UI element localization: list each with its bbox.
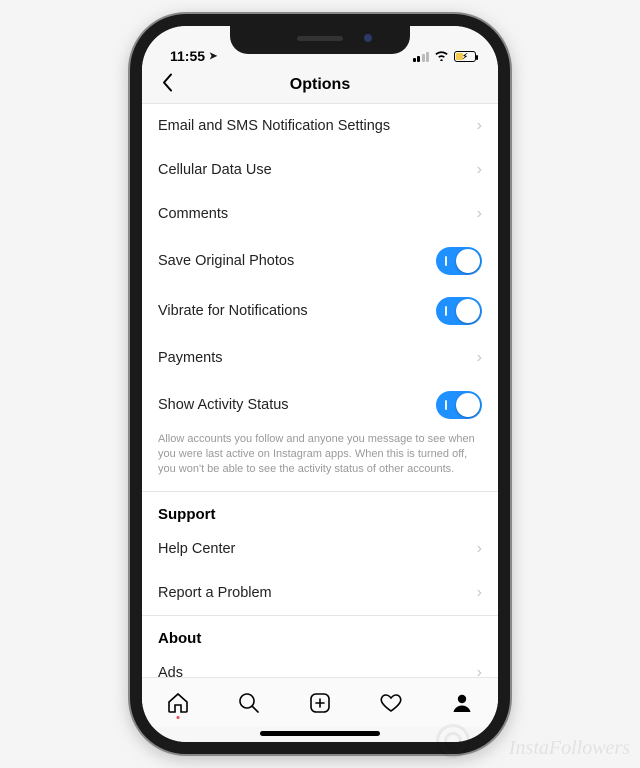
row-payments[interactable]: Payments ›: [142, 336, 498, 380]
search-icon: [237, 691, 261, 715]
tab-home[interactable]: [164, 689, 192, 717]
row-vibrate-for-notifications: Vibrate for Notifications: [142, 286, 498, 336]
row-help-center[interactable]: Help Center ›: [142, 527, 498, 571]
tab-profile[interactable]: [448, 689, 476, 717]
status-time: 11:55: [170, 48, 205, 64]
plus-square-icon: [308, 691, 332, 715]
settings-list: Email and SMS Notification Settings › Ce…: [142, 104, 498, 677]
chevron-right-icon: ›: [477, 205, 482, 223]
chevron-right-icon: ›: [477, 540, 482, 558]
row-ads[interactable]: Ads ›: [142, 651, 498, 677]
row-label: Email and SMS Notification Settings: [158, 118, 477, 134]
toggle-save-original-photos[interactable]: [436, 247, 482, 275]
notification-dot-icon: [176, 716, 179, 719]
tab-new-post[interactable]: [306, 689, 334, 717]
home-icon: [166, 691, 190, 715]
section-header-about: About: [142, 616, 498, 651]
cellular-signal-icon: [413, 52, 430, 62]
tab-activity[interactable]: [377, 689, 405, 717]
row-report-a-problem[interactable]: Report a Problem ›: [142, 571, 498, 615]
row-label: Report a Problem: [158, 585, 477, 601]
row-cellular-data-use[interactable]: Cellular Data Use ›: [142, 148, 498, 192]
toggle-vibrate-for-notifications[interactable]: [436, 297, 482, 325]
page-title: Options: [290, 76, 350, 94]
battery-icon: ⚡︎: [454, 51, 476, 62]
chevron-right-icon: ›: [477, 161, 482, 179]
row-comments[interactable]: Comments ›: [142, 192, 498, 236]
tab-search[interactable]: [235, 689, 263, 717]
profile-icon: [450, 691, 474, 715]
row-label: Comments: [158, 206, 477, 222]
heart-icon: [379, 691, 403, 715]
row-label: Show Activity Status: [158, 397, 436, 413]
location-icon: ➤: [209, 51, 217, 62]
row-label: Vibrate for Notifications: [158, 303, 436, 319]
activity-status-footnote: Allow accounts you follow and anyone you…: [142, 430, 498, 491]
back-button[interactable]: [152, 68, 182, 101]
section-header-support: Support: [142, 492, 498, 527]
row-label: Payments: [158, 350, 477, 366]
row-label: Save Original Photos: [158, 253, 436, 269]
tab-bar: [142, 677, 498, 727]
phone-frame: 11:55 ➤ ⚡︎ Options: [130, 14, 510, 754]
row-show-activity-status: Show Activity Status: [142, 380, 498, 430]
chevron-right-icon: ›: [477, 664, 482, 677]
row-label: Help Center: [158, 541, 477, 557]
row-save-original-photos: Save Original Photos: [142, 236, 498, 286]
home-indicator[interactable]: [260, 731, 380, 736]
row-email-sms-notifications[interactable]: Email and SMS Notification Settings ›: [142, 104, 498, 148]
chevron-right-icon: ›: [477, 117, 482, 135]
toggle-show-activity-status[interactable]: [436, 391, 482, 419]
nav-header: Options: [142, 66, 498, 104]
watermark-lens-icon: [436, 724, 470, 758]
wifi-icon: [434, 49, 449, 64]
row-label: Ads: [158, 665, 477, 677]
chevron-right-icon: ›: [477, 584, 482, 602]
row-label: Cellular Data Use: [158, 162, 477, 178]
chevron-right-icon: ›: [477, 349, 482, 367]
device-notch: [230, 26, 410, 54]
watermark-text: InstaFollowers: [509, 737, 630, 760]
